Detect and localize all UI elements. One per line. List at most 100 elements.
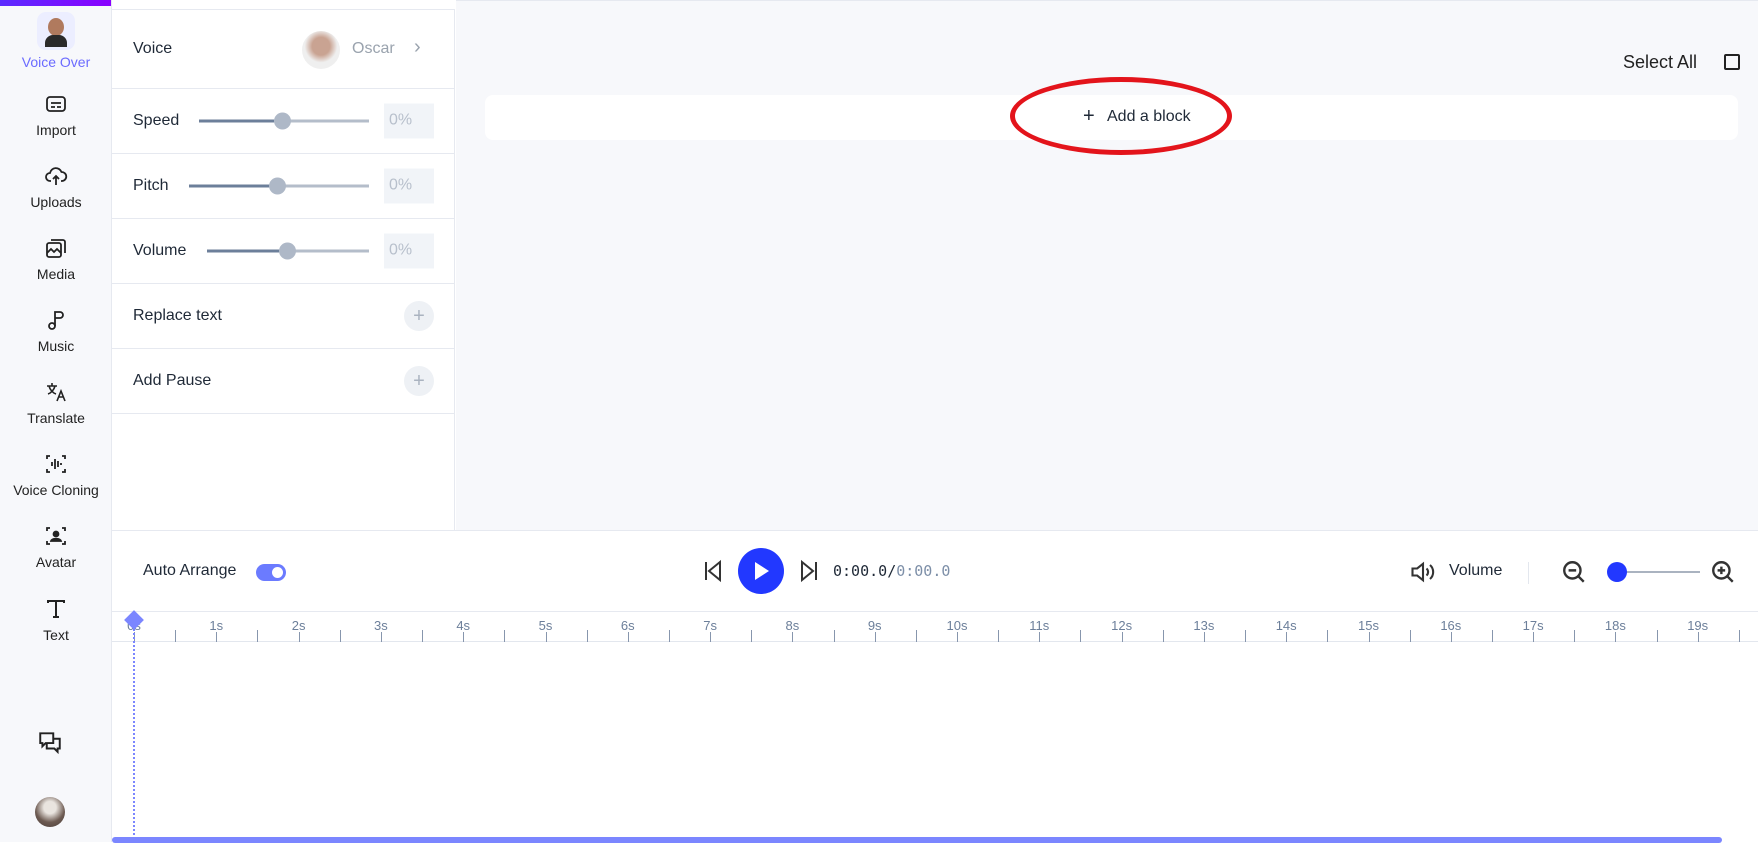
ruler-tick — [792, 632, 794, 642]
ruler-tick — [380, 632, 382, 642]
ruler-tick — [586, 630, 588, 642]
sidebar-item-translate[interactable]: Translate — [0, 380, 112, 426]
total-time: 0:00.0 — [896, 562, 951, 580]
pitch-input[interactable]: 0% — [384, 168, 434, 204]
volume-slider[interactable] — [207, 242, 369, 260]
sidebar-item-media[interactable]: Media — [0, 236, 112, 282]
playhead-line[interactable] — [133, 612, 135, 843]
speed-row: Speed 0% — [112, 89, 454, 154]
sidebar-item-label: Voice Over — [21, 54, 91, 70]
add-pause-row[interactable]: Add Pause + — [112, 349, 454, 414]
sidebar-item-label: Media — [36, 266, 76, 282]
slider-handle[interactable] — [274, 112, 291, 130]
ruler-tick — [998, 630, 1000, 642]
ruler-tick — [1656, 630, 1658, 642]
sidebar-item-music[interactable]: Music — [0, 308, 112, 354]
ruler-label: 1s — [209, 618, 224, 633]
pitch-slider[interactable] — [189, 177, 369, 195]
sidebar-item-text[interactable]: Text — [0, 597, 112, 643]
script-editor: Select All + Add a block — [456, 0, 1758, 530]
volume-input[interactable]: 0% — [384, 233, 434, 269]
sidebar-item-label: Import — [36, 122, 76, 138]
ruler-label: 11s — [1029, 618, 1050, 633]
ruler-label: 4s — [456, 618, 471, 633]
ruler-tick — [1368, 632, 1370, 642]
sidebar-item-label: Uploads — [30, 194, 82, 210]
ruler-tick — [216, 632, 218, 642]
chevron-right-icon[interactable]: › — [414, 36, 421, 59]
music-note-icon — [48, 311, 64, 330]
zoom-in-icon[interactable] — [1710, 559, 1736, 585]
voice-row[interactable]: Voice Oscar › — [112, 10, 454, 89]
ruler-tick — [874, 632, 876, 642]
play-icon — [755, 562, 769, 580]
speaker-icon[interactable] — [1409, 558, 1437, 586]
sidebar-item-voice-over[interactable]: Voice Over — [0, 12, 112, 70]
sidebar-item-import[interactable]: Import — [0, 92, 112, 138]
volume-row: Volume 0% — [112, 219, 454, 284]
skip-back-icon[interactable] — [701, 559, 725, 583]
ruler-label: 13s — [1193, 618, 1215, 633]
ruler-tick — [1574, 630, 1576, 642]
voice-name: Oscar — [352, 40, 395, 57]
slider-handle[interactable] — [279, 242, 296, 260]
sidebar-item-label: Music — [37, 338, 75, 354]
brand-bar — [0, 0, 111, 6]
ruler-label: 5s — [538, 618, 553, 633]
time-separator: / — [887, 562, 897, 580]
ruler-label: 18s — [1604, 618, 1626, 633]
plus-icon[interactable]: + — [404, 366, 434, 396]
plus-icon[interactable]: + — [404, 301, 434, 331]
play-button[interactable] — [738, 548, 784, 594]
ruler-label: 8s — [785, 618, 800, 633]
ruler-tick — [1491, 630, 1493, 642]
voice-avatar — [302, 31, 340, 69]
time-ruler[interactable]: 0s1s2s3s4s5s6s7s8s9s10s11s12s13s14s15s16… — [112, 611, 1758, 642]
ruler-label: 16s — [1440, 618, 1462, 633]
horizontal-scrollbar[interactable] — [112, 837, 1722, 843]
auto-arrange-toggle[interactable] — [256, 564, 286, 581]
sidebar-item-avatar[interactable]: Avatar — [0, 524, 112, 570]
ruler-tick — [1203, 632, 1205, 642]
speed-input[interactable]: 0% — [384, 103, 434, 139]
ruler-tick — [1738, 630, 1740, 642]
highlight-ellipse — [1010, 77, 1232, 155]
volume-label[interactable]: Volume — [1449, 562, 1502, 580]
replace-text-row[interactable]: Replace text + — [112, 284, 454, 349]
ruler-label: 2s — [291, 618, 306, 633]
user-avatar[interactable] — [35, 797, 65, 827]
add-pause-label: Add Pause — [133, 372, 212, 389]
import-icon — [46, 96, 66, 112]
select-all-label[interactable]: Select All — [1623, 52, 1697, 73]
cloud-upload-icon — [45, 167, 68, 185]
speed-label: Speed — [133, 112, 180, 129]
voice-label: Voice — [133, 40, 173, 57]
skip-forward-icon[interactable] — [797, 559, 821, 583]
ruler-tick — [627, 632, 629, 642]
divider — [1528, 562, 1529, 584]
slider-handle[interactable] — [1607, 562, 1627, 582]
slider-handle[interactable] — [269, 177, 286, 195]
time-display: 0:00.0/0:00.0 — [833, 562, 950, 580]
ruler-tick — [1121, 632, 1123, 642]
ruler-tick — [957, 632, 958, 642]
ruler-tick — [545, 632, 547, 642]
speed-slider[interactable] — [199, 112, 369, 130]
ruler-label: 3s — [374, 618, 388, 633]
zoom-slider[interactable] — [1607, 562, 1700, 582]
sidebar-item-voice-cloning[interactable]: Voice Cloning — [0, 452, 112, 498]
ruler-tick — [1450, 632, 1452, 642]
ruler-label: 9s — [867, 618, 882, 633]
select-all-checkbox[interactable] — [1724, 54, 1740, 70]
ruler-tick — [175, 630, 177, 642]
ruler-tick — [339, 630, 341, 642]
chat-icon[interactable] — [37, 729, 63, 755]
sidebar-item-uploads[interactable]: Uploads — [0, 164, 112, 210]
voice-settings-panel: Voice Oscar › Speed 0% Pitch 0% Volume 0… — [112, 9, 455, 530]
zoom-out-icon[interactable] — [1561, 559, 1587, 585]
ruler-label: 14s — [1275, 618, 1297, 633]
text-icon — [47, 600, 65, 618]
pitch-row: Pitch 0% — [112, 154, 454, 219]
voice-cloning-icon — [46, 455, 66, 473]
sidebar-item-label: Avatar — [35, 554, 77, 570]
